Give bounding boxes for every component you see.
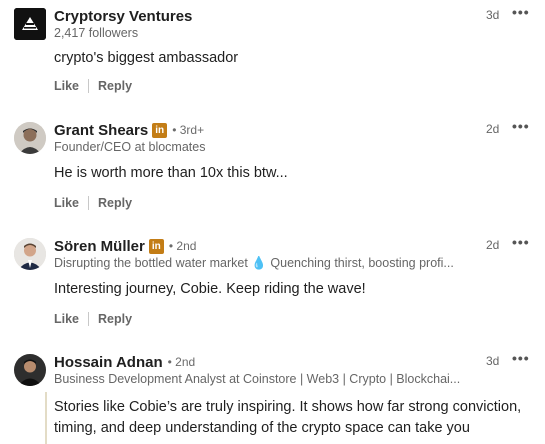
comment-grant-shears: Grant Shears in • 3rd+ Founder/CEO at bl… xyxy=(0,118,545,220)
company-logo-icon xyxy=(14,8,46,40)
timestamp: 2d xyxy=(486,122,500,136)
author-subtitle: Business Development Analyst at Coinstor… xyxy=(54,372,461,386)
more-options-icon[interactable]: ••• xyxy=(512,4,530,20)
profile-photo-icon xyxy=(14,238,46,270)
timestamp: 2d xyxy=(486,238,500,252)
avatar[interactable] xyxy=(14,238,46,270)
water-drop-icon: 💧 xyxy=(251,256,267,270)
subtitle-part-1: Disrupting the bottled water market xyxy=(54,256,248,270)
divider xyxy=(88,312,90,326)
timestamp: 3d xyxy=(486,354,500,368)
linkedin-premium-icon: in xyxy=(152,122,168,138)
comment-text: He is worth more than 10x this btw... xyxy=(54,165,288,181)
author-name[interactable]: Grant Shears xyxy=(54,122,148,139)
divider xyxy=(88,196,90,210)
avatar[interactable] xyxy=(14,354,46,386)
comment-text: Interesting journey, Cobie. Keep riding … xyxy=(54,281,366,297)
author-subtitle: 2,417 followers xyxy=(54,26,139,40)
connection-degree: • 2nd xyxy=(167,355,196,369)
connection-degree: • 3rd+ xyxy=(172,123,205,137)
more-options-icon[interactable]: ••• xyxy=(512,350,530,366)
reply-button[interactable]: Reply xyxy=(98,79,132,93)
author-row: Grant Shears in • 3rd+ xyxy=(54,120,204,140)
thread-line xyxy=(45,392,47,444)
author-subtitle: Disrupting the bottled water market 💧 Qu… xyxy=(54,256,454,271)
author-row: Cryptorsy Ventures xyxy=(54,6,192,26)
reply-button[interactable]: Reply xyxy=(98,196,132,210)
comment-actions: Like Reply xyxy=(54,312,132,326)
timestamp: 3d xyxy=(486,8,500,22)
comment-text: Stories like Cobie’s are truly inspiring… xyxy=(54,399,522,436)
author-name[interactable]: Hossain Adnan xyxy=(54,354,163,371)
comment-soren-muller: Sören Müller in • 2nd Disrupting the bot… xyxy=(0,234,545,336)
comment-text: crypto's biggest ambassador xyxy=(54,50,239,66)
linkedin-premium-icon: in xyxy=(148,238,164,254)
more-options-icon[interactable]: ••• xyxy=(512,118,530,134)
avatar[interactable] xyxy=(14,122,46,154)
author-name[interactable]: Sören Müller xyxy=(54,238,145,255)
profile-photo-icon xyxy=(14,122,46,154)
reply-button[interactable]: Reply xyxy=(98,312,132,326)
author-row: Sören Müller in • 2nd xyxy=(54,236,196,256)
profile-photo-icon xyxy=(14,354,46,386)
comment-actions: Like Reply xyxy=(54,196,132,210)
avatar[interactable] xyxy=(14,8,46,40)
more-options-icon[interactable]: ••• xyxy=(512,234,530,250)
divider xyxy=(88,79,90,93)
author-row: Hossain Adnan • 2nd xyxy=(54,352,195,372)
author-name[interactable]: Cryptorsy Ventures xyxy=(54,8,192,25)
like-button[interactable]: Like xyxy=(54,79,79,93)
comment-cryptorsy-ventures: Cryptorsy Ventures 2,417 followers 3d ••… xyxy=(0,4,545,106)
like-button[interactable]: Like xyxy=(54,312,79,326)
comment-actions: Like Reply xyxy=(54,79,132,93)
author-subtitle: Founder/CEO at blocmates xyxy=(54,140,206,154)
like-button[interactable]: Like xyxy=(54,196,79,210)
subtitle-part-2: Quenching thirst, boosting profi... xyxy=(270,256,454,270)
connection-degree: • 2nd xyxy=(168,239,197,253)
comment-hossain-adnan: Hossain Adnan • 2nd Business Development… xyxy=(0,350,545,444)
